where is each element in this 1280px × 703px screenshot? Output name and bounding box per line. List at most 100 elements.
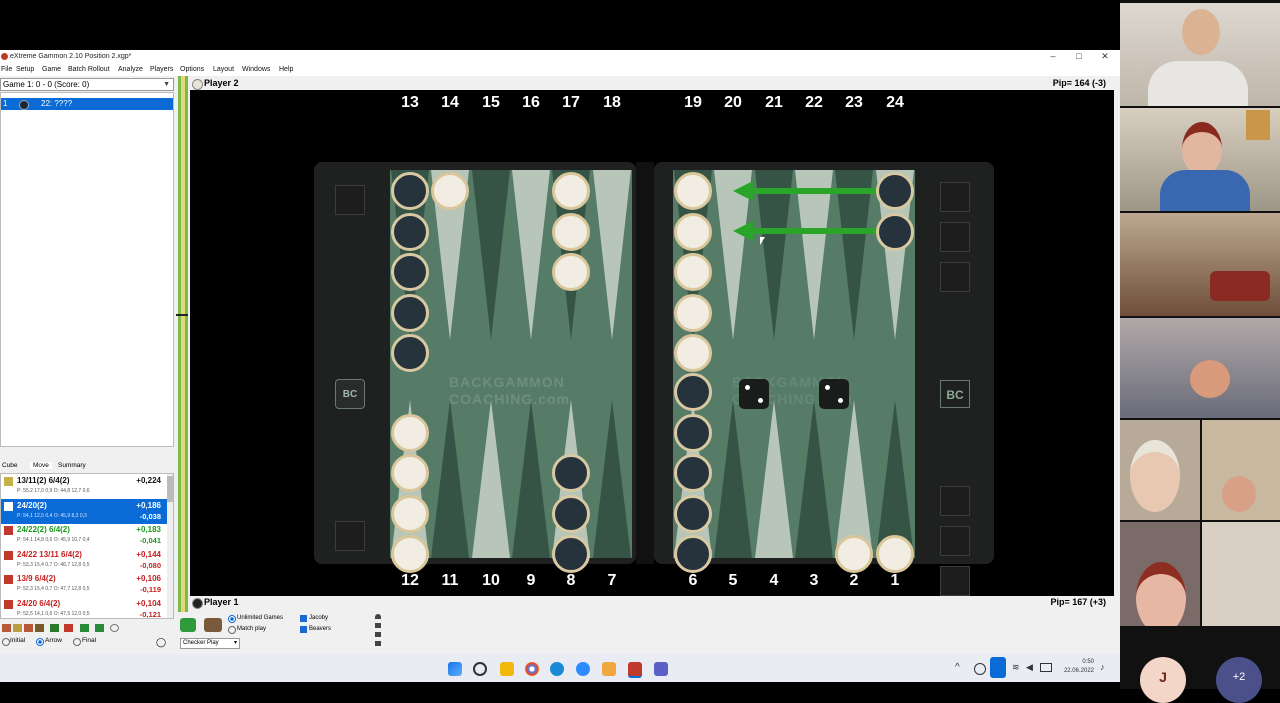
checker-dark[interactable] <box>391 253 429 291</box>
point-top[interactable] <box>755 170 793 340</box>
checkbox-jacoby[interactable] <box>300 615 307 622</box>
point-top[interactable] <box>472 170 510 340</box>
new-game-icon[interactable] <box>180 618 196 632</box>
checker-light[interactable] <box>391 535 429 573</box>
wifi-icon[interactable]: ≋ <box>1012 662 1020 673</box>
menu-file[interactable]: File <box>1 66 12 73</box>
volume-icon[interactable]: ◀ <box>1026 662 1033 673</box>
menu-game[interactable]: Game <box>42 66 61 73</box>
menu-layout[interactable]: Layout <box>213 66 234 73</box>
toolbar-icon[interactable] <box>13 624 22 632</box>
checker-dark[interactable] <box>552 454 590 492</box>
tab-summary[interactable]: Summary <box>58 462 86 469</box>
notifications-icon[interactable]: ♪ <box>1100 662 1105 672</box>
checker-light[interactable] <box>391 413 429 452</box>
windows-start-icon[interactable] <box>448 662 462 676</box>
avatar[interactable]: J <box>1140 657 1186 703</box>
chat-bubble-icon[interactable]: ◯ <box>156 637 166 648</box>
video-tile[interactable] <box>1120 318 1280 418</box>
menu-setup[interactable]: Setup <box>16 66 34 73</box>
search-icon[interactable] <box>473 662 487 676</box>
analysis-row[interactable]: 13/11(2) 6/4(2) +0,224 P: 55,2 17,0 0,9 O:… <box>1 474 167 499</box>
video-tile[interactable] <box>1120 3 1280 106</box>
checker-dark[interactable] <box>552 494 590 533</box>
checker-dark[interactable] <box>876 212 914 251</box>
point-bottom[interactable] <box>472 400 510 558</box>
checker-light[interactable] <box>674 334 712 372</box>
checker-light[interactable] <box>674 293 712 332</box>
point-bottom[interactable] <box>714 400 752 558</box>
point-bottom[interactable] <box>795 400 833 558</box>
checker-light[interactable] <box>391 494 429 533</box>
checker-light[interactable] <box>431 172 469 210</box>
checker-light[interactable] <box>552 212 590 251</box>
analysis-scrollbar[interactable] <box>167 474 173 618</box>
zoom-icon[interactable] <box>576 662 590 676</box>
mode-select[interactable]: Checker Play ▾ <box>180 638 240 649</box>
video-tile[interactable] <box>1120 213 1280 316</box>
point-top[interactable] <box>593 170 631 340</box>
analysis-row[interactable]: 24/22(2) 6/4(2) +0,183 -0,041 P: 54,1 14,8 … <box>1 523 167 548</box>
maximize-button[interactable]: □ <box>1066 50 1092 64</box>
toolbar-icon[interactable] <box>24 624 33 632</box>
analysis-row[interactable]: 13/9 6/4(2) +0,106 -0,119 P: 52,3 15,4 0,7 … <box>1 572 167 597</box>
menu-players[interactable]: Players <box>150 66 173 73</box>
checker-dark[interactable] <box>674 454 712 492</box>
checker-dark[interactable] <box>674 494 712 533</box>
checker-dark[interactable] <box>674 535 712 573</box>
checker-light[interactable] <box>674 172 712 210</box>
checker-dark[interactable] <box>674 373 712 411</box>
close-button[interactable]: ✕ <box>1092 50 1118 64</box>
radio-final[interactable] <box>73 638 81 646</box>
analysis-row[interactable]: 24/20 6/4(2) +0,104 -0,121 P: 52,5 14,1 0,6… <box>1 597 167 618</box>
checkbox-beavers[interactable] <box>300 626 307 633</box>
scrollbar-thumb[interactable] <box>167 476 173 502</box>
microphone-icon[interactable] <box>990 657 1006 678</box>
video-tile[interactable] <box>1120 420 1200 520</box>
battery-icon[interactable] <box>1040 663 1052 672</box>
dice-options-icon[interactable] <box>375 614 381 650</box>
point-bottom[interactable] <box>755 400 793 558</box>
toolbar-icon[interactable] <box>80 624 89 632</box>
chrome-icon[interactable] <box>525 662 539 676</box>
toolbar-icon[interactable] <box>50 624 59 632</box>
point-bottom[interactable] <box>593 400 631 558</box>
move-list-item-selected[interactable]: 1 22: ???? <box>1 98 173 110</box>
move-list[interactable]: 1 22: ???? <box>0 92 174 447</box>
checker-light[interactable] <box>674 212 712 251</box>
menu-help[interactable]: Help <box>279 66 293 73</box>
app-icon-taskbar[interactable] <box>602 662 616 676</box>
checker-light[interactable] <box>552 253 590 291</box>
toolbar-icon[interactable] <box>64 624 73 632</box>
video-tile[interactable] <box>1202 420 1280 520</box>
menu-analyze[interactable]: Analyze <box>118 66 143 73</box>
players-icon[interactable] <box>204 618 222 632</box>
point-bottom[interactable] <box>431 400 469 558</box>
file-explorer-icon[interactable] <box>500 662 514 676</box>
minimize-button[interactable]: – <box>1040 50 1066 64</box>
checker-dark[interactable] <box>876 172 914 210</box>
checker-dark[interactable] <box>391 293 429 332</box>
menu-windows[interactable]: Windows <box>242 66 270 73</box>
die[interactable] <box>739 379 769 409</box>
toolbar-icon[interactable] <box>95 624 104 632</box>
radio-match-play[interactable] <box>228 626 236 634</box>
tab-move[interactable]: Move <box>30 462 52 469</box>
checker-dark[interactable] <box>552 535 590 573</box>
checker-light[interactable] <box>391 454 429 492</box>
game-selector[interactable]: Game 1: 0 - 0 (Score: 0) ▼ <box>0 78 174 91</box>
tray-icon[interactable] <box>974 663 986 675</box>
video-tile[interactable] <box>1120 108 1280 211</box>
point-top[interactable] <box>512 170 550 340</box>
checker-dark[interactable] <box>391 172 429 210</box>
settings-icon[interactable] <box>110 624 119 632</box>
radio-arrow[interactable] <box>36 638 44 646</box>
checker-dark[interactable] <box>674 413 712 452</box>
tab-cube[interactable]: Cube <box>2 462 18 469</box>
checker-light[interactable] <box>835 535 873 573</box>
video-tile[interactable] <box>1202 522 1280 626</box>
edge-icon[interactable] <box>550 662 564 676</box>
checker-dark[interactable] <box>391 334 429 372</box>
chevron-up-icon[interactable]: ^ <box>955 662 960 673</box>
radio-initial[interactable] <box>2 638 10 646</box>
